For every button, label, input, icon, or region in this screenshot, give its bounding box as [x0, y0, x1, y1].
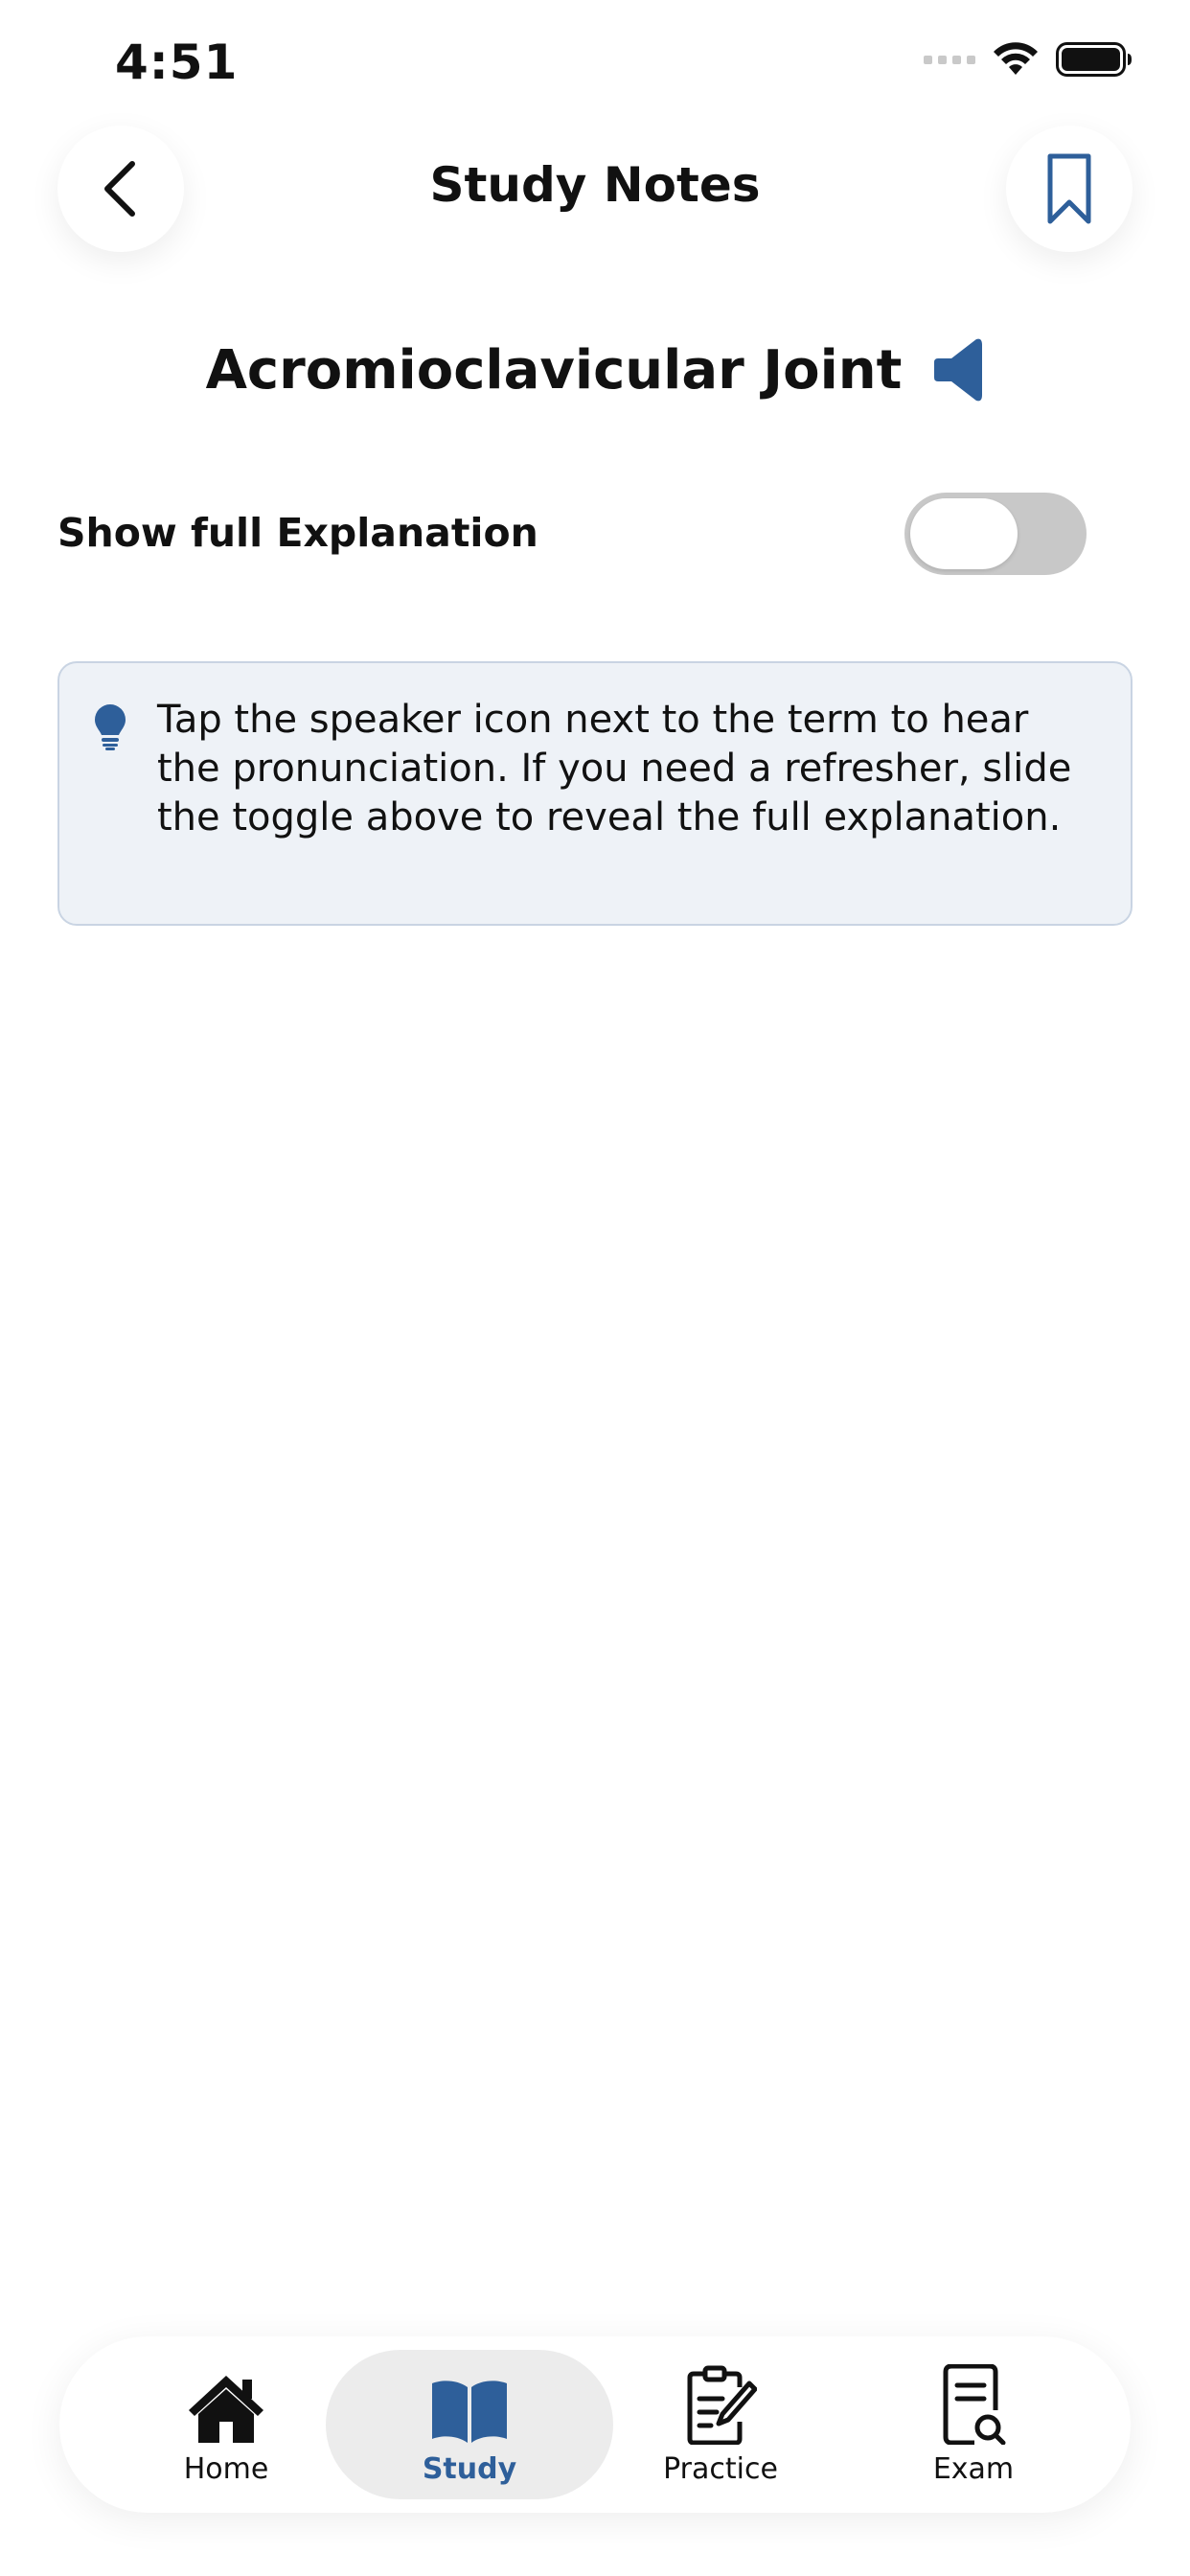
nav-item-exam[interactable]: Exam: [830, 2350, 1117, 2499]
battery-icon: [1056, 42, 1132, 77]
lightbulb-icon: [95, 704, 126, 750]
term-heading: Acromioclavicular Joint: [0, 335, 1190, 404]
tip-text: Tap the speaker icon next to the term to…: [157, 698, 1072, 840]
show-explanation-toggle[interactable]: [904, 493, 1087, 575]
nav-label-practice: Practice: [663, 2451, 778, 2486]
nav-item-study[interactable]: Study: [326, 2350, 613, 2499]
speaker-button[interactable]: [934, 335, 984, 404]
wifi-icon: [994, 42, 1038, 75]
nav-label-study: Study: [422, 2451, 517, 2486]
nav-label-home: Home: [183, 2451, 269, 2486]
document-search-icon: [943, 2363, 1006, 2445]
term-title: Acromioclavicular Joint: [205, 338, 903, 402]
toggle-knob: [910, 498, 1018, 569]
tip-box: Tap the speaker icon next to the term to…: [57, 661, 1133, 926]
nav-label-exam: Exam: [932, 2451, 1015, 2486]
study-notes-screen: 4:51 Study Notes Acromioclavicular Joint: [0, 0, 1190, 2576]
speaker-icon: [934, 338, 983, 402]
home-icon: [189, 2375, 263, 2443]
bookmark-button[interactable]: [1006, 126, 1133, 252]
cellular-signal-icon: [924, 55, 975, 64]
bookmark-icon: [1047, 153, 1091, 224]
status-indicators: [924, 42, 1133, 77]
book-icon: [432, 2380, 507, 2443]
status-time: 4:51: [115, 34, 239, 90]
toggle-label: Show full Explanation: [57, 510, 538, 556]
bottom-nav: Home Study Practice Exam: [59, 2336, 1131, 2513]
clipboard-edit-icon: [687, 2365, 757, 2445]
nav-item-practice[interactable]: Practice: [577, 2350, 864, 2499]
